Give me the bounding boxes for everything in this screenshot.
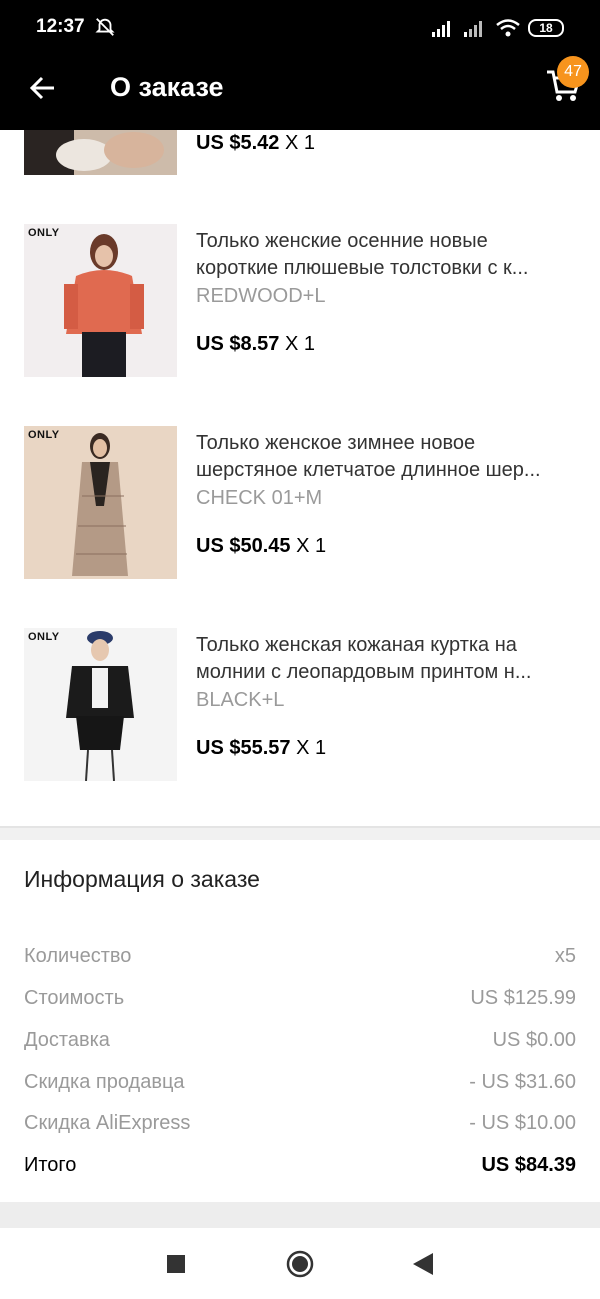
wifi-icon	[496, 19, 520, 37]
summary-row-total: Итого US $84.39	[24, 1154, 576, 1177]
item-price: US $8.57 X 1	[196, 333, 315, 356]
order-item[interactable]: ONLY Только женская кожаная куртка на мо…	[0, 628, 600, 781]
product-image[interactable]	[24, 130, 177, 175]
summary-label: Скидка продавца	[24, 1071, 185, 1093]
item-title-line: короткие плюшевые толстовки с к...	[196, 257, 529, 279]
item-title-line: Только женские осенние новые	[196, 230, 488, 252]
nav-home-icon[interactable]	[286, 1250, 314, 1278]
item-title-line: шерстяное клетчатое длинное шер...	[196, 459, 541, 481]
quantity: X 1	[296, 737, 327, 759]
summary-value: x5	[554, 945, 576, 967]
order-item[interactable]: ONLY Только женское зимнее новое шерстян…	[0, 426, 600, 579]
item-title-line: Только женская кожаная куртка на	[196, 634, 517, 656]
summary-value: US $84.39	[481, 1154, 576, 1176]
item-title[interactable]: Только женская кожаная куртка на молнии …	[196, 632, 576, 686]
signal-icon	[464, 21, 482, 37]
nav-recents-icon[interactable]	[167, 1255, 185, 1273]
price-value: US $8.57	[196, 333, 280, 355]
price-value: US $55.57	[196, 737, 291, 759]
section-divider	[0, 826, 600, 840]
summary-row-shipping: Доставка US $0.00	[24, 1029, 576, 1052]
item-price: US $55.57 X 1	[196, 737, 326, 760]
app-toolbar: О заказе 47	[0, 56, 600, 130]
summary-row-cost: Стоимость US $125.99	[24, 987, 576, 1010]
quantity: X 1	[296, 535, 327, 557]
item-title[interactable]: Только женское зимнее новое шерстяное кл…	[196, 430, 576, 484]
item-title-line: Только женское зимнее новое	[196, 432, 476, 454]
product-image[interactable]: ONLY	[24, 224, 177, 377]
summary-value: US $125.99	[470, 987, 576, 1009]
battery-icon: 18	[528, 19, 564, 37]
price-value: US $5.42	[196, 132, 280, 154]
item-variant: CHECK 01+M	[196, 487, 323, 509]
summary-label: Итого	[24, 1154, 77, 1176]
quantity: X 1	[284, 132, 315, 154]
item-price: US $5.42 X 1	[196, 132, 315, 155]
page-title: О заказе	[110, 72, 224, 102]
product-image[interactable]: ONLY	[24, 628, 177, 781]
order-info-title: Информация о заказе	[24, 866, 260, 892]
item-price: US $50.45 X 1	[196, 535, 326, 558]
summary-label: Доставка	[24, 1029, 110, 1051]
order-item[interactable]: US $5.42 X 1	[0, 130, 600, 190]
system-nav-bar	[0, 1228, 600, 1299]
summary-row-quantity: Количество x5	[24, 945, 576, 968]
item-variant: REDWOOD+L	[196, 285, 326, 307]
back-arrow-icon[interactable]	[28, 73, 58, 103]
product-image[interactable]: ONLY	[24, 426, 177, 579]
quantity: X 1	[284, 333, 315, 355]
alarm-off-icon	[95, 18, 115, 36]
summary-label: Количество	[24, 945, 132, 967]
summary-value: US $0.00	[492, 1029, 576, 1051]
summary-value: - US $31.60	[469, 1071, 576, 1093]
brand-logo: ONLY	[28, 227, 60, 239]
summary-row-seller-discount: Скидка продавца - US $31.60	[24, 1071, 576, 1094]
bottom-separator	[0, 1202, 600, 1228]
status-bar: 12:37 18	[0, 0, 600, 56]
summary-label: Стоимость	[24, 987, 125, 1009]
price-value: US $50.45	[196, 535, 291, 557]
item-title[interactable]: Только женские осенние новые короткие пл…	[196, 228, 576, 282]
summary-row-aliexpress-discount: Скидка AliExpress - US $10.00	[24, 1112, 576, 1135]
brand-logo: ONLY	[28, 429, 60, 441]
brand-logo: ONLY	[28, 631, 60, 643]
nav-back-icon[interactable]	[413, 1253, 433, 1275]
order-item[interactable]: ONLY Только женские осенние новые коротк…	[0, 224, 600, 377]
item-variant: BLACK+L	[196, 689, 285, 711]
summary-label: Скидка AliExpress	[24, 1112, 191, 1134]
status-time: 12:37	[36, 16, 85, 37]
item-title-line: молнии с леопардовым принтом н...	[196, 661, 532, 683]
status-icons: 18	[432, 16, 564, 40]
signal-icon	[432, 21, 450, 37]
cart-count-badge[interactable]: 47	[557, 56, 589, 88]
summary-value: - US $10.00	[469, 1112, 576, 1134]
